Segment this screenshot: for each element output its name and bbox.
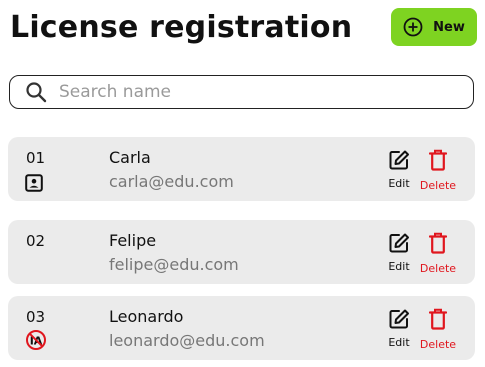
page-title: License registration	[10, 10, 353, 45]
record-email: leonardo@edu.com	[109, 331, 265, 350]
list-item: 02 Felipe felipe@edu.com Edit Delete	[8, 220, 475, 284]
record-email: carla@edu.com	[109, 172, 234, 191]
record-name: Carla	[109, 148, 151, 167]
new-button[interactable]: New	[391, 8, 477, 46]
search-icon	[10, 81, 47, 103]
edit-button[interactable]: Edit	[384, 149, 414, 190]
delete-label: Delete	[419, 262, 457, 275]
edit-icon	[388, 309, 410, 334]
plus-circle-icon	[403, 17, 423, 37]
edit-button[interactable]: Edit	[384, 232, 414, 273]
search-box[interactable]	[9, 75, 474, 109]
record-name: Leonardo	[109, 307, 184, 326]
trash-icon	[428, 232, 448, 258]
record-number: 03	[26, 308, 46, 326]
edit-label: Edit	[388, 177, 410, 190]
edit-icon	[388, 233, 410, 258]
edit-label: Edit	[388, 260, 410, 273]
delete-label: Delete	[419, 338, 457, 351]
edit-button[interactable]: Edit	[384, 308, 414, 349]
edit-label: Edit	[388, 336, 410, 349]
record-number: 02	[26, 232, 46, 250]
list-item: 03 IA Leonardo leonardo@edu.com Edit Del…	[8, 296, 475, 360]
delete-label: Delete	[419, 179, 457, 192]
delete-button[interactable]: Delete	[418, 149, 458, 192]
trash-icon	[428, 308, 448, 334]
search-input[interactable]	[59, 82, 439, 102]
trash-icon	[428, 149, 448, 175]
record-email: felipe@edu.com	[109, 255, 239, 274]
new-button-label: New	[433, 19, 465, 35]
edit-icon	[388, 150, 410, 175]
delete-button[interactable]: Delete	[418, 308, 458, 351]
record-name: Felipe	[109, 231, 157, 250]
list-item: 01 Carla carla@edu.com Edit Delete	[8, 137, 475, 201]
id-card-icon	[25, 174, 43, 196]
delete-button[interactable]: Delete	[418, 232, 458, 275]
no-ia-icon: IA	[25, 329, 47, 355]
record-number: 01	[26, 149, 46, 167]
